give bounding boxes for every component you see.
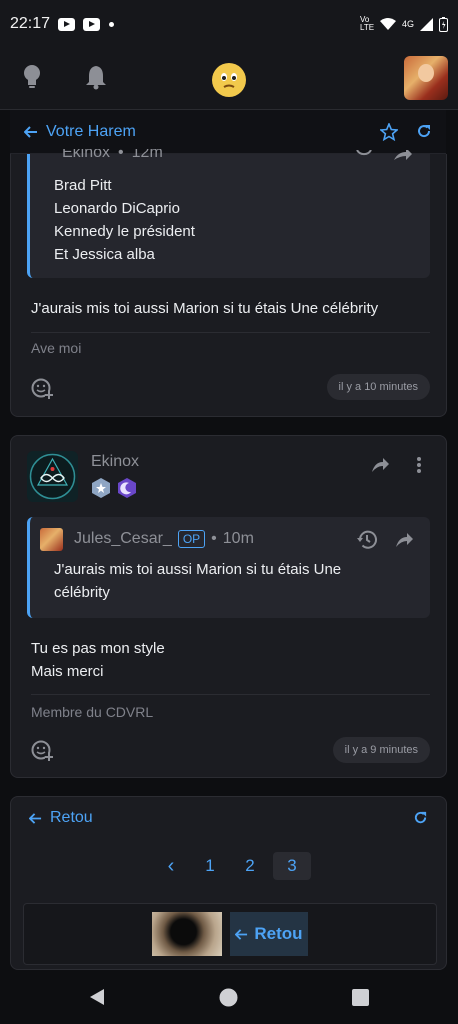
nav-recents-icon[interactable] <box>352 989 369 1006</box>
page-button[interactable]: 1 <box>193 852 227 880</box>
quote-author[interactable]: Jules_Cesar_ <box>74 530 172 548</box>
post-body: J'aurais mis toi aussi Marion si tu étai… <box>31 300 379 317</box>
share-icon[interactable] <box>370 456 390 474</box>
signal-icon <box>420 17 433 31</box>
share-icon[interactable] <box>392 150 412 162</box>
quote-line: Kennedy le président <box>54 223 195 240</box>
refresh-icon[interactable] <box>413 810 428 825</box>
post-timestamp: il y a 10 minutes <box>326 374 430 400</box>
quote-line: J'aurais mis toi aussi Marion si tu étai… <box>54 561 342 578</box>
wifi-icon <box>379 17 396 30</box>
post-signature: Ave moi <box>31 340 82 356</box>
share-icon[interactable] <box>394 531 414 549</box>
ekinox-logo-icon <box>29 453 76 500</box>
moon-badge-icon <box>118 478 136 498</box>
post-signature: Membre du CDVRL <box>31 704 154 720</box>
quote-line: célébrity <box>54 584 110 601</box>
quote-author: Ekinox <box>62 149 111 161</box>
quote-separator: • <box>211 530 217 547</box>
back-button[interactable]: Retou <box>29 809 93 827</box>
status-bar: 22:17 Vo LTE 4G <box>0 0 458 48</box>
topic-title[interactable]: Votre Harem <box>46 123 136 141</box>
prev-page-button[interactable]: ‹ <box>155 852 187 880</box>
star-icon[interactable] <box>380 122 398 141</box>
post-card: Ekinox • 12m Brad Pitt Leonardo DiCaprio… <box>10 149 447 417</box>
quote-block: Ekinox • 12m Brad Pitt Leonardo DiCaprio… <box>27 149 430 278</box>
quote-time: 10m <box>222 530 254 547</box>
post-body-line: Tu es pas mon style <box>31 640 165 657</box>
quote-block: Jules_Cesar_ OP • 10m J'aurais mis toi a… <box>27 517 430 618</box>
post-card: Ekinox Jules_Cesar_ OP • 10m J'aurais mi… <box>10 435 447 778</box>
pagination-card: Retou ‹ 1 2 3 Retou <box>10 796 447 970</box>
nav-home-icon[interactable] <box>219 988 238 1007</box>
add-reaction-icon[interactable] <box>31 377 53 399</box>
back-label: Retou <box>50 809 93 826</box>
footer-bar: Retou <box>23 903 437 965</box>
bell-icon[interactable] <box>85 64 107 90</box>
lightbulb-icon[interactable] <box>22 64 42 90</box>
quote-time: 12m <box>131 149 163 161</box>
op-badge: OP <box>177 530 206 548</box>
divider <box>31 694 430 695</box>
page-list: ‹ 1 2 3 <box>155 852 311 880</box>
quote-line: Leonardo DiCaprio <box>54 200 180 217</box>
rank-badge-icon <box>92 478 110 498</box>
quote-line: Brad Pitt <box>54 177 112 194</box>
user-avatar[interactable] <box>404 56 448 100</box>
back-arrow-icon[interactable] <box>24 125 38 139</box>
more-options-icon[interactable] <box>416 456 422 474</box>
thumbnail-image[interactable] <box>152 912 222 956</box>
post-timestamp: il y a 9 minutes <box>332 737 430 763</box>
volte-label: Vo LTE <box>359 15 375 32</box>
page-button[interactable]: 2 <box>233 852 267 880</box>
post-body-line: Mais merci <box>31 663 104 680</box>
status-time: 22:17 <box>10 15 51 32</box>
quote-line: Et Jessica alba <box>54 246 155 263</box>
smiley-logo-icon[interactable] <box>211 62 247 98</box>
notification-dot-icon <box>109 21 115 27</box>
post-author[interactable]: Ekinox <box>91 453 139 471</box>
current-page-button[interactable]: 3 <box>273 852 311 880</box>
quote-separator: • <box>118 149 124 161</box>
history-icon[interactable] <box>354 150 374 162</box>
nav-back-icon[interactable] <box>88 988 106 1006</box>
add-reaction-icon[interactable] <box>31 739 53 761</box>
youtube-icon <box>83 17 101 31</box>
quote-author-avatar <box>40 528 63 551</box>
system-nav-bar <box>0 970 458 1024</box>
topic-subheader: Votre Harem <box>10 110 446 154</box>
top-app-bar <box>0 48 458 110</box>
footer-back-button[interactable]: Retou <box>230 912 308 956</box>
youtube-icon <box>58 17 76 31</box>
history-icon[interactable] <box>356 529 378 551</box>
back-arrow-icon <box>29 812 42 824</box>
battery-icon <box>439 16 448 32</box>
footer-back-label: Retou <box>254 924 303 943</box>
divider <box>31 332 430 333</box>
refresh-icon[interactable] <box>416 123 432 139</box>
network-type: 4G <box>401 19 414 29</box>
author-avatar[interactable] <box>27 451 78 502</box>
back-arrow-icon <box>235 928 248 940</box>
